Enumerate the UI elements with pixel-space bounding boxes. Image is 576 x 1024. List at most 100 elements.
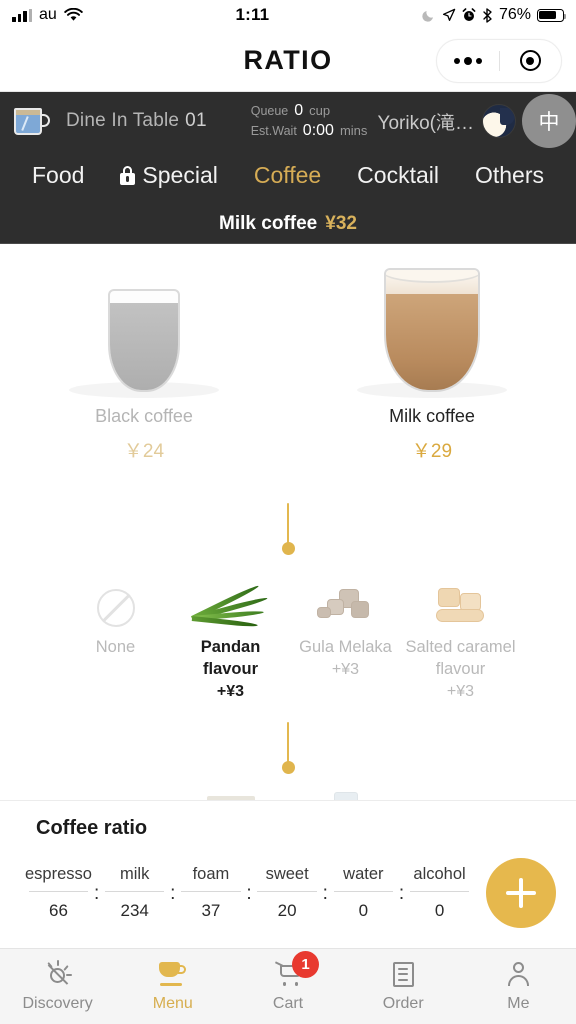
location-arrow-icon: [442, 8, 456, 21]
clock-label: 1:11: [235, 5, 270, 24]
none-circle-slash-icon: [96, 589, 135, 627]
ratio-item-foam[interactable]: foam 37: [176, 865, 245, 921]
flavour-option-label: Gula Melaka: [299, 638, 392, 656]
nav-item-cart[interactable]: 1 Cart: [230, 951, 345, 1013]
tab-special-label: Special: [142, 161, 218, 188]
flavour-option-pandan[interactable]: Pandan flavour +¥3: [173, 571, 288, 702]
flavour-option-label: None: [95, 638, 136, 656]
status-bar: au 1:11 76%: [0, 0, 576, 30]
ratio-divider: [409, 891, 470, 892]
ratio-item-water[interactable]: water 0: [329, 865, 398, 921]
queue-unit: cup: [309, 103, 331, 118]
queue-label: Queue: [250, 104, 289, 118]
status-bar-right: 76%: [422, 6, 567, 24]
lock-icon: [120, 165, 136, 185]
milk-option-oatly[interactable]: LYI oatly oatmilk +¥4: [288, 788, 403, 800]
tab-others[interactable]: Others: [475, 162, 544, 189]
order-info-row: Dine In Table 01 Queue 0 cup Est.Wait 0:0…: [0, 92, 576, 150]
ratio-separator: :: [170, 883, 176, 904]
target-circle-icon: [519, 50, 541, 71]
table-number: 01: [185, 110, 207, 131]
ratio-value: 0: [434, 901, 445, 920]
base-option-price: ￥29: [411, 441, 453, 462]
ratio-item-alcohol[interactable]: alcohol 0: [405, 865, 474, 921]
flavour-option-row: None Pandan flavour +¥3 Gula Melaka +¥3 …: [0, 571, 576, 702]
battery-percent-label: 76%: [498, 6, 531, 23]
wait-label: Est.Wait: [250, 124, 297, 138]
ratio-value: 234: [120, 901, 149, 920]
tab-coffee[interactable]: Coffee: [254, 162, 321, 189]
ratio-divider: [257, 891, 317, 892]
nav-label: Discovery: [22, 995, 93, 1012]
nav-label: Menu: [152, 995, 193, 1012]
flavour-option-price: +¥3: [331, 660, 360, 678]
ratio-item-sweet[interactable]: sweet 20: [253, 865, 322, 921]
status-bar-left: au: [12, 6, 83, 24]
product-customizer: Black coffee ￥24 Milk coffee ￥29 None Pa…: [0, 244, 576, 800]
discovery-icon: [46, 960, 72, 986]
ratio-divider: [333, 891, 393, 892]
ratio-item-milk[interactable]: milk 234: [100, 865, 169, 921]
nav-item-menu[interactable]: Menu: [115, 960, 230, 1013]
base-option-label: Black coffee: [95, 406, 193, 426]
flavour-option-price: +¥3: [446, 682, 475, 700]
flavour-option-salted-caramel[interactable]: Salted caramel flavour +¥3: [403, 571, 518, 702]
milk-option-row: Regular LYI oatly oatmilk +¥4: [0, 788, 576, 800]
tab-food[interactable]: Food: [32, 162, 84, 189]
ratio-value: 66: [49, 901, 68, 920]
milk-coffee-glass: [357, 252, 507, 398]
nav-item-me[interactable]: Me: [461, 960, 576, 1013]
flavour-option-label: Salted caramel flavour: [405, 638, 516, 678]
wifi-icon: [64, 8, 83, 21]
ratio-key: water: [343, 865, 384, 883]
flavour-option-none[interactable]: None: [58, 571, 173, 659]
base-option-milk-coffee[interactable]: Milk coffee ￥29: [288, 252, 576, 463]
queue-value: 0: [294, 102, 304, 119]
ratio-items: espresso 66 : milk 234 : foam 37 : sweet…: [24, 865, 474, 921]
battery-icon: [537, 8, 567, 22]
base-option-black-coffee[interactable]: Black coffee ￥24: [0, 252, 288, 463]
dine-mode-label[interactable]: Dine In Table 01: [66, 110, 207, 132]
language-toggle-button[interactable]: 中: [522, 94, 576, 148]
product-summary-bar: Milk coffee ¥32: [0, 204, 576, 244]
miniprogram-capsule[interactable]: [436, 38, 562, 83]
ratio-key: foam: [192, 865, 230, 883]
tab-coffee-label: Coffee: [253, 161, 322, 188]
app-title-bar: RATIO: [0, 30, 576, 92]
signal-strength-icon: [12, 8, 32, 22]
coffee-ratio-panel: Coffee ratio espresso 66 : milk 234 : fo…: [0, 800, 576, 948]
add-to-cart-button[interactable]: [486, 858, 556, 928]
page-title: RATIO: [243, 45, 333, 75]
ratio-divider: [28, 891, 89, 892]
oatly-carton-icon: LYI: [326, 791, 366, 800]
dine-in-mug-icon: [14, 107, 50, 136]
ratio-item-espresso[interactable]: espresso 66: [24, 865, 93, 921]
ratio-separator: :: [398, 883, 405, 904]
milk-option-regular[interactable]: Regular: [173, 788, 288, 800]
connector-to-flavour: [0, 503, 576, 555]
ratio-divider: [181, 891, 241, 892]
tab-special[interactable]: Special: [120, 161, 218, 189]
nav-item-discovery[interactable]: Discovery: [0, 960, 115, 1013]
more-menu-button[interactable]: [437, 56, 499, 65]
tab-cocktail[interactable]: Cocktail: [357, 162, 439, 189]
tab-cocktail-label: Cocktail: [357, 161, 439, 188]
user-avatar[interactable]: [482, 104, 516, 138]
wait-line: Est.Wait 0:00 mins: [251, 121, 368, 141]
nav-item-order[interactable]: Order: [346, 960, 461, 1013]
black-coffee-glass: [69, 252, 219, 398]
user-block[interactable]: Yoriko(滝… 中: [378, 92, 576, 150]
base-option-row: Black coffee ￥24 Milk coffee ￥29: [0, 244, 576, 463]
base-option-label: Milk coffee: [389, 406, 475, 426]
close-miniprogram-button[interactable]: [500, 50, 562, 71]
flavour-option-gula-melaka[interactable]: Gula Melaka +¥3: [288, 571, 403, 680]
dine-mode-text: Dine In Table: [66, 110, 180, 131]
tab-others-label: Others: [474, 161, 544, 188]
ratio-key: alcohol: [413, 865, 466, 883]
ratio-key: sweet: [265, 865, 309, 883]
ratio-value: 0: [358, 901, 369, 920]
alarm-clock-icon: [462, 8, 476, 21]
salted-caramel-icon: [428, 585, 494, 627]
nav-label: Order: [382, 995, 424, 1012]
bluetooth-icon: [483, 7, 492, 23]
